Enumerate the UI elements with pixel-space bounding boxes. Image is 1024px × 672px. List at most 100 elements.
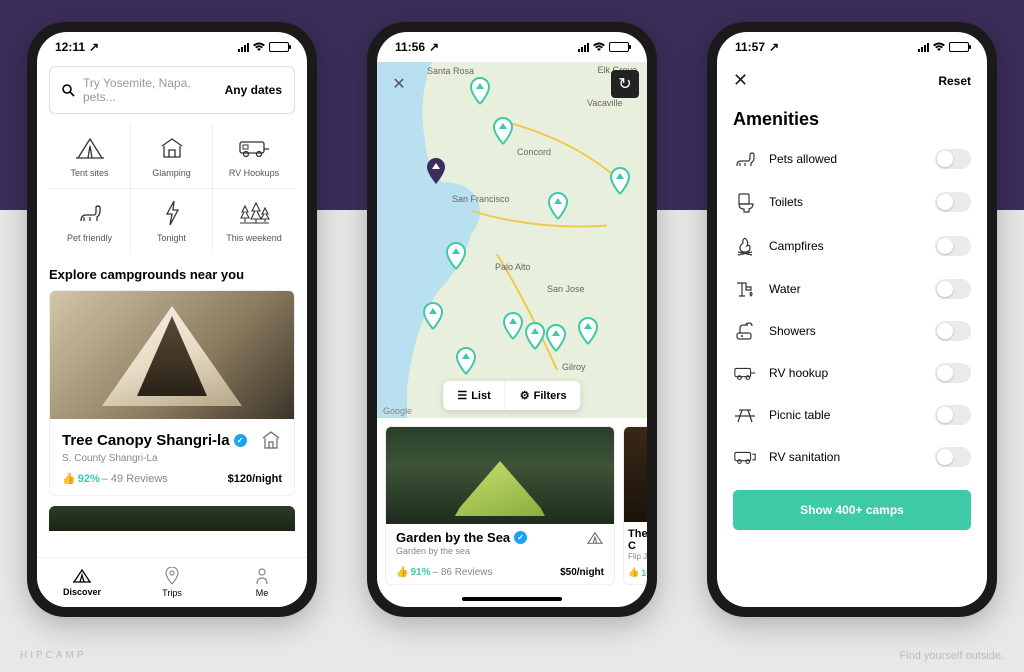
result-rating: 👍91% – 86 Reviews — [396, 567, 493, 578]
list-icon: ☰ — [457, 389, 467, 402]
map-label-santarosa: Santa Rosa — [427, 66, 474, 76]
wifi-icon — [252, 42, 266, 52]
status-indicators — [578, 42, 629, 52]
rv-hookup-icon — [733, 364, 757, 382]
map-pin[interactable] — [469, 77, 491, 105]
footer-tagline: Find yourself outside. — [899, 650, 1004, 662]
battery-icon — [269, 42, 289, 52]
map-pin[interactable] — [445, 242, 467, 270]
map-label-gilroy: Gilroy — [562, 362, 586, 372]
result-image — [386, 427, 614, 524]
pet-icon — [733, 149, 757, 169]
filters-icon: ⚙ — [520, 389, 530, 402]
map-pin[interactable] — [422, 302, 444, 330]
category-pet-friendly[interactable]: Pet friendly — [49, 189, 131, 253]
amenity-water: Water — [717, 268, 987, 310]
pin-tab-icon — [165, 567, 179, 585]
tab-trips[interactable]: Trips — [127, 558, 217, 607]
status-time: 12:11 — [55, 40, 85, 54]
camp-image — [50, 291, 294, 419]
category-rv-hookups[interactable]: RV Hookups — [213, 124, 295, 189]
filter-close-button[interactable]: ✕ — [733, 70, 748, 91]
tent-tab-icon — [72, 568, 92, 584]
category-grid: Tent sites Glamping RV Hookups Pet frien… — [49, 124, 295, 253]
rv-icon — [237, 134, 271, 162]
status-indicators — [918, 42, 969, 52]
map-label-concord: Concord — [517, 147, 551, 157]
map-label-paloalto: Palo Alto — [495, 262, 531, 272]
trees-icon — [238, 199, 270, 227]
result-subtitle: Garden by the sea — [396, 546, 604, 556]
status-bar: 11:57↗ — [717, 32, 987, 62]
map-pin[interactable] — [492, 117, 514, 145]
toggle[interactable] — [935, 279, 971, 299]
tent-icon — [74, 134, 106, 162]
toggle[interactable] — [935, 321, 971, 341]
toilet-icon — [733, 191, 757, 213]
list-button[interactable]: ☰List — [443, 381, 505, 410]
camp-card[interactable]: Tree Canopy Shangri-la✓ S. County Shangr… — [49, 290, 295, 496]
map-view[interactable]: ✕ ↻ Santa Rosa Concord San Francisco Pal… — [377, 62, 647, 418]
picnic-icon — [733, 406, 757, 424]
search-placeholder: Try Yosemite, Napa, pets... — [83, 76, 217, 104]
toggle[interactable] — [935, 149, 971, 169]
phone-filters: 11:57↗ ✕ Reset Amenities Pets allowed To… — [707, 22, 997, 617]
filters-button[interactable]: ⚙Filters — [506, 381, 581, 410]
amenity-picnic-table: Picnic table — [717, 394, 987, 436]
map-pin-selected[interactable] — [425, 157, 447, 185]
map-pin[interactable] — [609, 167, 631, 195]
map-pin[interactable] — [547, 192, 569, 220]
camp-subtitle: S. County Shangri-La — [62, 453, 282, 464]
amenity-list: Pets allowed Toilets Campfires Water Sho… — [717, 138, 987, 478]
category-tent-sites[interactable]: Tent sites — [49, 124, 131, 189]
phone-discover: 12:11 ↗ Try Yosemite, Napa, pets... Any d… — [27, 22, 317, 617]
google-attribution: Google — [383, 406, 412, 416]
bolt-icon — [163, 199, 181, 227]
rv-sanitation-icon — [733, 448, 757, 466]
category-tonight[interactable]: Tonight — [131, 189, 213, 253]
amenity-campfires: Campfires — [717, 224, 987, 268]
map-close-button[interactable]: ✕ — [385, 70, 413, 98]
map-pin[interactable] — [455, 347, 477, 375]
thumb-up-icon: 👍 — [62, 472, 76, 485]
section-title: Explore campgrounds near you — [49, 267, 295, 282]
tab-discover[interactable]: Discover — [37, 558, 127, 607]
footer-brand: HIPCAMP — [20, 650, 87, 662]
toggle[interactable] — [935, 192, 971, 212]
toggle[interactable] — [935, 363, 971, 383]
status-indicators — [238, 42, 289, 52]
search-dates[interactable]: Any dates — [225, 83, 282, 97]
amenity-showers: Showers — [717, 310, 987, 352]
map-pin[interactable] — [545, 324, 567, 352]
camp-price: $120/night — [228, 473, 282, 485]
map-pin[interactable] — [524, 322, 546, 350]
phone-map: 11:56↗ ✕ ↻ Santa Rosa Concord San Franci… — [367, 22, 657, 617]
filter-reset-button[interactable]: Reset — [938, 74, 971, 88]
result-card-peek[interactable]: The C Flip J 👍100 — [623, 426, 647, 585]
amenity-pets: Pets allowed — [717, 138, 987, 180]
toggle[interactable] — [935, 447, 971, 467]
verified-icon: ✓ — [234, 434, 247, 447]
tab-me[interactable]: Me — [217, 558, 307, 607]
location-arrow-icon: ↗ — [89, 40, 99, 54]
search-icon — [62, 84, 75, 97]
map-refresh-button[interactable]: ↻ — [611, 70, 639, 98]
campfire-icon — [733, 235, 757, 257]
tent-type-icon — [586, 531, 604, 545]
home-indicator[interactable] — [462, 597, 562, 601]
map-label-vacaville: Vacaville — [587, 98, 622, 108]
map-pin[interactable] — [502, 312, 524, 340]
toggle[interactable] — [935, 405, 971, 425]
tab-bar: Discover Trips Me — [37, 557, 307, 607]
toggle[interactable] — [935, 236, 971, 256]
result-card[interactable]: Garden by the Sea✓ Garden by the sea 👍91… — [385, 426, 615, 585]
next-camp-peek[interactable] — [49, 506, 295, 531]
category-glamping[interactable]: Glamping — [131, 124, 213, 189]
search-bar[interactable]: Try Yosemite, Napa, pets... Any dates — [49, 66, 295, 114]
water-icon — [733, 279, 757, 299]
map-label-sf: San Francisco — [452, 194, 510, 204]
show-camps-button[interactable]: Show 400+ camps — [733, 490, 971, 530]
category-this-weekend[interactable]: This weekend — [213, 189, 295, 253]
cabin-type-icon — [260, 429, 282, 451]
map-pin[interactable] — [577, 317, 599, 345]
